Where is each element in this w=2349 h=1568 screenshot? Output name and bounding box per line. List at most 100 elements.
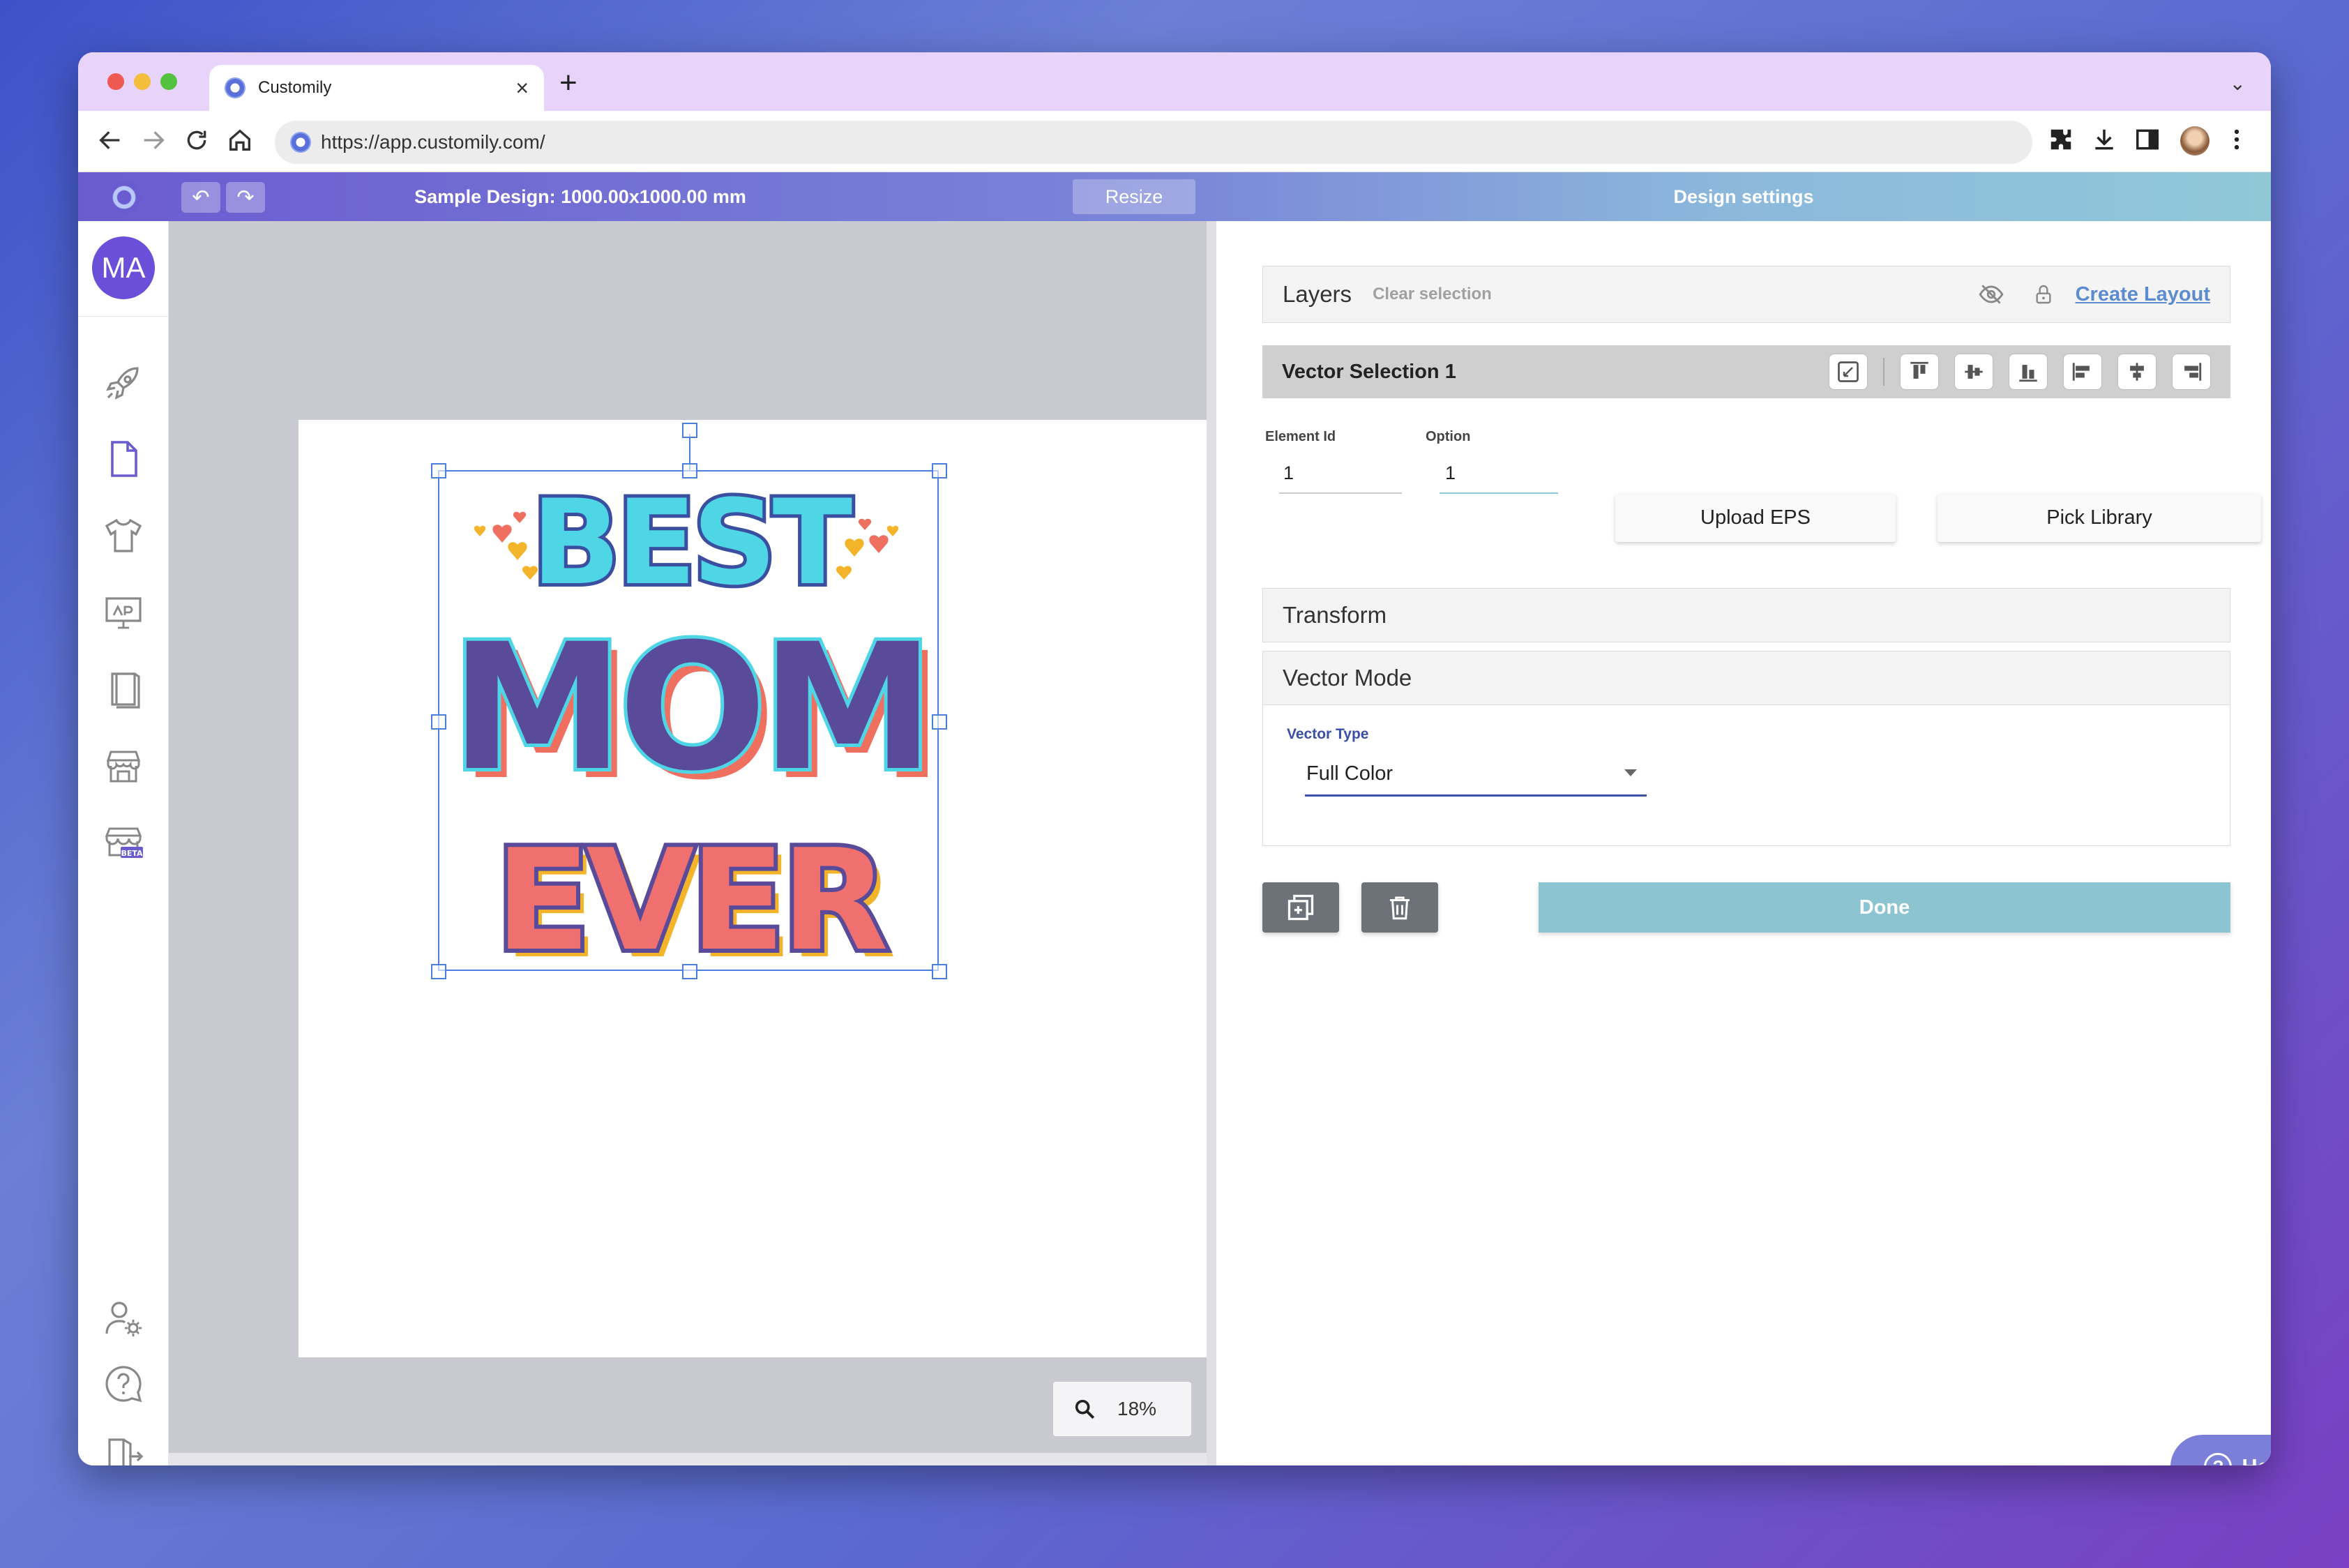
- help-question-icon: ?: [2204, 1453, 2233, 1465]
- profile-avatar[interactable]: [2180, 126, 2210, 156]
- tshirt-icon[interactable]: [99, 511, 148, 560]
- address-bar[interactable]: https://app.customily.com/: [275, 121, 2032, 164]
- align-separator: [1883, 358, 1885, 386]
- tab-title: Customily: [258, 78, 332, 97]
- home-icon[interactable]: [226, 126, 254, 159]
- duplicate-button[interactable]: [1262, 882, 1339, 933]
- help-bubble-icon[interactable]: [99, 1359, 148, 1408]
- zoom-level: 18%: [1117, 1398, 1157, 1419]
- site-info-icon[interactable]: [290, 132, 311, 153]
- design-title: Sample Design: 1000.00x1000.00 mm: [414, 186, 746, 207]
- browser-tab[interactable]: Customily ×: [209, 65, 544, 111]
- tab-bar: Customily × + ⌄: [78, 52, 2271, 111]
- url-text: https://app.customily.com/: [321, 131, 545, 153]
- element-id-underline: [1279, 492, 1402, 494]
- vector-selection-box[interactable]: BEST MOM MOM EVER EVER: [431, 423, 947, 979]
- align-bottom-icon: [2019, 365, 2037, 382]
- new-tab-button[interactable]: +: [559, 68, 577, 98]
- hide-eye-icon[interactable]: [1978, 281, 2004, 308]
- minimize-window-button[interactable]: [134, 73, 151, 90]
- art-text-best: BEST: [531, 474, 852, 611]
- reload-icon[interactable]: [183, 126, 211, 159]
- done-button[interactable]: Done: [1539, 882, 2230, 933]
- vector-selection-title: Vector Selection 1: [1282, 360, 1456, 383]
- resize-handle-left[interactable]: [431, 714, 446, 730]
- tab-close-icon[interactable]: ×: [515, 77, 529, 99]
- book-icon[interactable]: [99, 665, 148, 714]
- align-right-button[interactable]: [2172, 354, 2211, 390]
- resize-handle-top-left[interactable]: [431, 463, 446, 478]
- monitor-icon[interactable]: [99, 588, 148, 637]
- rotate-handle[interactable]: [682, 423, 697, 438]
- logout-icon[interactable]: [99, 1432, 148, 1465]
- file-icon[interactable]: [99, 435, 148, 483]
- align-left-icon: [2072, 363, 2090, 381]
- layers-bar: Layers Clear selection Create Layout: [1262, 266, 2230, 323]
- resize-handle-top[interactable]: [682, 463, 697, 478]
- toolbar: https://app.customily.com/: [78, 111, 2271, 172]
- align-center-button[interactable]: [2117, 354, 2157, 390]
- align-bottom-button[interactable]: [2009, 354, 2048, 390]
- design-settings-title: Design settings: [1673, 186, 1814, 207]
- beta-label: BETA: [121, 849, 143, 858]
- vertical-scrollbar[interactable]: [1207, 221, 1216, 1465]
- resize-handle-right[interactable]: [932, 714, 947, 730]
- help-button[interactable]: ? Help: [2170, 1435, 2271, 1465]
- resize-handle-bottom[interactable]: [682, 964, 697, 979]
- delete-button[interactable]: [1361, 882, 1438, 933]
- clear-selection-link[interactable]: Clear selection: [1373, 285, 1492, 304]
- resize-handle-top-right[interactable]: [932, 463, 947, 478]
- align-middle-button[interactable]: [1954, 354, 1993, 390]
- expand-icon: [1838, 361, 1859, 382]
- art-text-ever: EVER: [495, 820, 886, 972]
- download-icon[interactable]: [2091, 126, 2117, 157]
- element-id-label: Element Id: [1265, 429, 1336, 444]
- vector-mode-body: Vector Type Full Color: [1262, 705, 2230, 846]
- forward-arrow-icon[interactable]: [139, 126, 167, 159]
- align-right-icon: [2184, 363, 2202, 381]
- browser-menu-icon[interactable]: [2223, 126, 2250, 157]
- tab-list-chevron-icon[interactable]: ⌄: [2230, 72, 2246, 95]
- align-middle-icon: [1965, 365, 1983, 379]
- rocket-icon[interactable]: [99, 358, 148, 407]
- pick-library-button[interactable]: Pick Library: [1938, 493, 2261, 542]
- zoom-search-icon: [1075, 1399, 1095, 1419]
- lock-icon[interactable]: [2032, 283, 2055, 306]
- horizontal-scrollbar[interactable]: [169, 1453, 1207, 1465]
- option-input[interactable]: 1: [1445, 462, 1456, 484]
- vector-mode-section[interactable]: Vector Mode: [1262, 651, 2230, 705]
- vector-selection-bar: Vector Selection 1: [1262, 345, 2230, 398]
- dropdown-caret-icon[interactable]: [1624, 769, 1637, 776]
- zoom-control[interactable]: 18%: [1053, 1382, 1191, 1436]
- align-top-button[interactable]: [1900, 354, 1939, 390]
- back-arrow-icon[interactable]: [96, 126, 124, 159]
- user-settings-icon[interactable]: [99, 1294, 148, 1343]
- left-sidebar: MA BETA: [78, 221, 169, 1465]
- resize-handle-bottom-right[interactable]: [932, 964, 947, 979]
- best-mom-ever-artwork: BEST MOM MOM EVER EVER: [447, 472, 940, 972]
- element-id-input[interactable]: 1: [1283, 462, 1294, 484]
- align-center-icon: [2130, 363, 2144, 381]
- align-left-button[interactable]: [2063, 354, 2102, 390]
- help-label: Help: [2242, 1454, 2271, 1465]
- upload-eps-button[interactable]: Upload EPS: [1615, 493, 1896, 542]
- extensions-puzzle-icon[interactable]: [2048, 126, 2074, 157]
- align-top-icon: [1910, 361, 1928, 379]
- option-label: Option: [1426, 429, 1471, 444]
- side-panel-icon[interactable]: [2134, 126, 2161, 157]
- maximize-window-button[interactable]: [160, 73, 177, 90]
- transform-section[interactable]: Transform: [1262, 588, 2230, 642]
- create-layout-link[interactable]: Create Layout: [2076, 283, 2210, 306]
- design-settings-panel: Layers Clear selection Create Layout Vec…: [1216, 221, 2271, 1465]
- redo-button[interactable]: ↷: [226, 182, 265, 213]
- vector-type-select[interactable]: Full Color: [1306, 762, 1393, 785]
- user-avatar[interactable]: MA: [92, 236, 155, 299]
- undo-button[interactable]: ↶: [181, 182, 220, 213]
- store-beta-icon[interactable]: BETA: [99, 818, 148, 867]
- fit-to-canvas-button[interactable]: [1829, 354, 1868, 390]
- resize-button[interactable]: Resize: [1073, 179, 1195, 214]
- store-icon[interactable]: [99, 741, 148, 790]
- customily-logo-icon[interactable]: [107, 181, 141, 214]
- close-window-button[interactable]: [107, 73, 124, 90]
- resize-handle-bottom-left[interactable]: [431, 964, 446, 979]
